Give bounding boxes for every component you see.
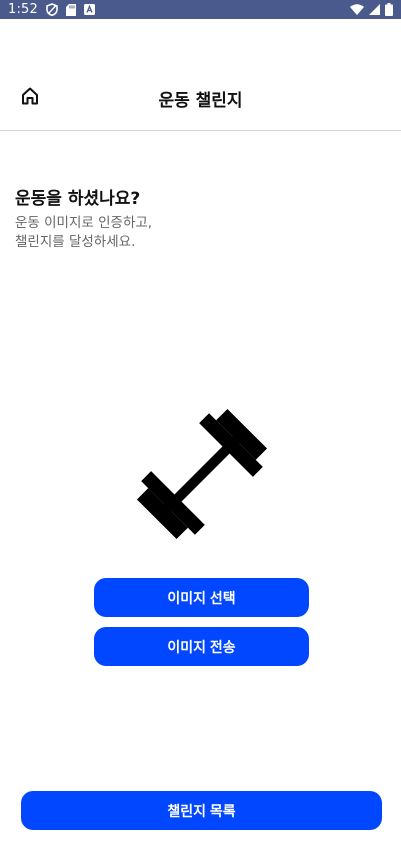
shield-icon [46, 3, 58, 16]
page-title: 운동 챌린지 [158, 91, 243, 111]
battery-icon [385, 3, 393, 16]
status-left: 1:52 [8, 2, 95, 17]
app-bar: 운동 챌린지 [0, 67, 401, 131]
dumbbell-icon [126, 398, 278, 550]
challenge-list-button[interactable]: 챌린지 목록 [21, 791, 382, 830]
status-bar: 1:52 [0, 0, 401, 19]
subtext: 운동 이미지로 인증하고, 챌린지를 달성하세요. [15, 214, 315, 252]
status-time: 1:52 [8, 2, 38, 17]
select-image-button[interactable]: 이미지 선택 [94, 578, 309, 617]
headline: 운동을 하셨나요? [15, 189, 141, 209]
send-image-button[interactable]: 이미지 전송 [94, 627, 309, 666]
sd-card-icon [66, 3, 76, 16]
subtext-line-1: 운동 이미지로 인증하고, [15, 215, 153, 231]
subtext-line-2: 챌린지를 달성하세요. [15, 234, 136, 250]
status-right [350, 3, 393, 16]
wifi-icon [350, 4, 364, 15]
signal-icon [369, 4, 380, 15]
keyboard-a-icon [84, 4, 95, 15]
